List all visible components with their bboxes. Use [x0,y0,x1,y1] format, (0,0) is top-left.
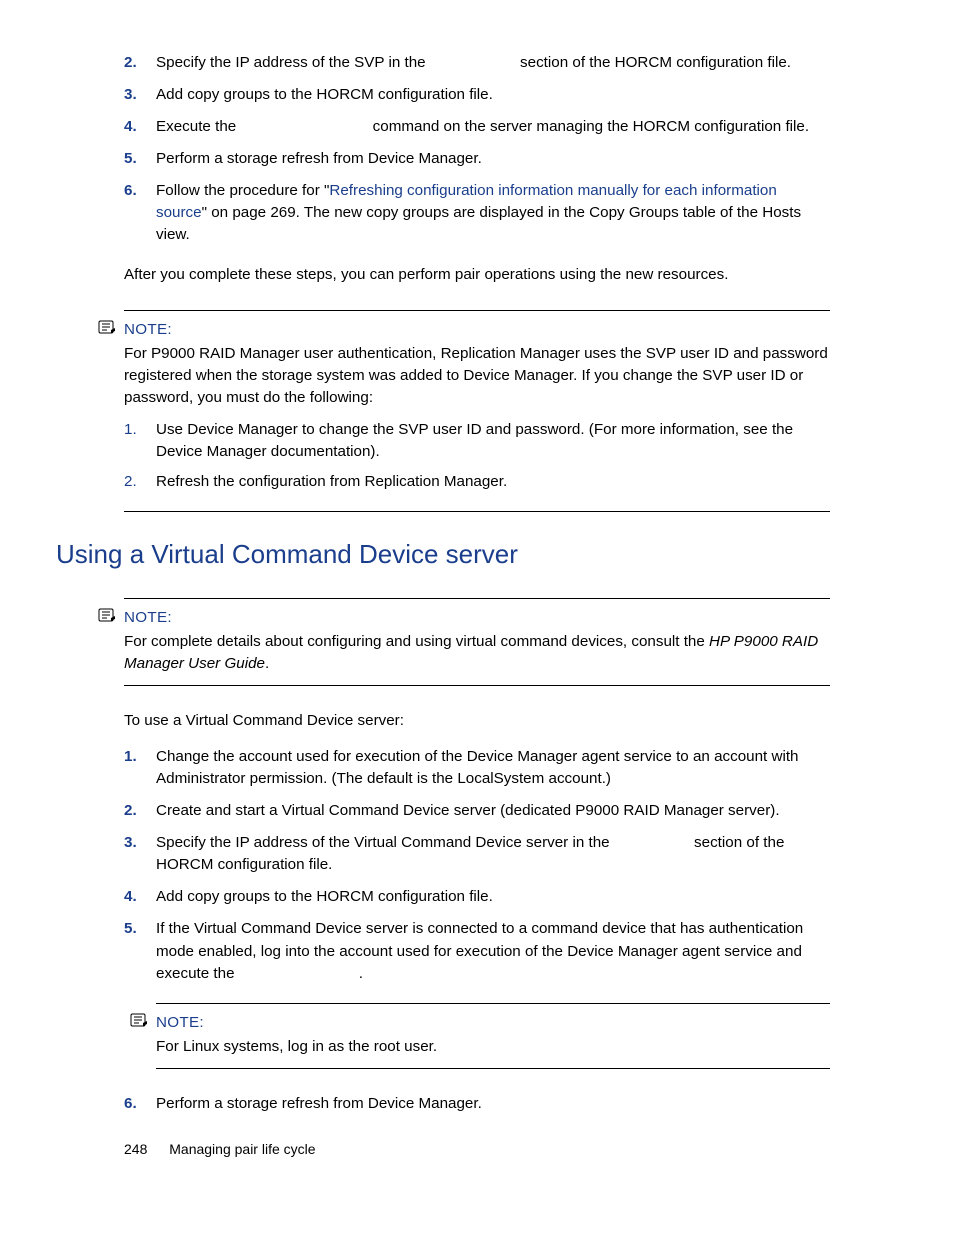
note-text: For Linux systems, log in as the root us… [156,1036,830,1058]
note-sublist: 1. Use Device Manager to change the SVP … [124,419,830,493]
page-footer: 248 Managing pair life cycle [124,1139,316,1159]
note-label: NOTE: [156,1014,204,1031]
text: command on the server managing the HORCM… [368,118,809,135]
step-number: 4. [124,116,156,138]
note-label: NOTE: [124,321,172,338]
step-body: Add copy groups to the HORCM configurati… [156,886,830,908]
list-item: 2. Refresh the configuration from Replic… [124,471,830,493]
note-text: For P9000 RAID Manager user authenticati… [124,343,830,409]
note-block: NOTE: For P9000 RAID Manager user authen… [124,310,830,512]
step-number: 5. [124,918,156,984]
top-steps-list: 2. Specify the IP address of the SVP in … [124,52,830,246]
list-item: 1. Change the account used for execution… [124,746,830,790]
step-number: 1. [124,419,156,463]
step-body: Add copy groups to the HORCM configurati… [156,84,830,106]
note-icon [98,320,116,336]
note-text: For complete details about configuring a… [124,631,830,675]
list-item: 4. Execute the command on the server man… [124,116,830,138]
list-item: 3. Add copy groups to the HORCM configur… [124,84,830,106]
list-item: 4. Add copy groups to the HORCM configur… [124,886,830,908]
step-body: Use Device Manager to change the SVP use… [156,419,830,463]
text: " on page 269. The new copy groups are d… [156,204,801,243]
text: If the Virtual Command Device server is … [156,920,803,981]
step-body: Refresh the configuration from Replicati… [156,471,830,493]
footer-title: Managing pair life cycle [169,1141,315,1157]
step-body: Follow the procedure for "Refreshing con… [156,180,830,246]
note-icon [130,1013,148,1029]
bottom-steps-list: 1. Change the account used for execution… [124,746,830,984]
step-number: 3. [124,832,156,876]
section-heading: Using a Virtual Command Device server [56,536,830,574]
step-body: Execute the command on the server managi… [156,116,830,138]
list-item: 6. Perform a storage refresh from Device… [124,1093,830,1115]
step-body: Specify the IP address of the Virtual Co… [156,832,830,876]
document-page: 2. Specify the IP address of the SVP in … [0,0,954,1235]
list-item: 3. Specify the IP address of the Virtual… [124,832,830,876]
paragraph: After you complete these steps, you can … [124,264,830,286]
step-number: 6. [124,1093,156,1115]
step-body: Change the account used for execution of… [156,746,830,790]
step-number: 2. [124,471,156,493]
list-item: 5. Perform a storage refresh from Device… [124,148,830,170]
step-body: Create and start a Virtual Command Devic… [156,800,830,822]
step-body: Perform a storage refresh from Device Ma… [156,1093,830,1115]
step-body: Specify the IP address of the SVP in the… [156,52,830,74]
text: section of the HORCM configuration file. [516,54,791,71]
step-body: If the Virtual Command Device server is … [156,918,830,984]
note-label: NOTE: [124,609,172,626]
note-block: NOTE: For Linux systems, log in as the r… [156,1003,830,1069]
lead-paragraph: To use a Virtual Command Device server: [124,710,830,732]
step-number: 5. [124,148,156,170]
list-item: 6. Follow the procedure for "Refreshing … [124,180,830,246]
step-body: Perform a storage refresh from Device Ma… [156,148,830,170]
step-number: 1. [124,746,156,790]
page-number: 248 [124,1141,147,1157]
step-number: 2. [124,52,156,74]
text: Execute the [156,118,240,135]
text: . [265,655,269,672]
text: Specify the IP address of the Virtual Co… [156,834,614,851]
list-item: 2. Specify the IP address of the SVP in … [124,52,830,74]
step-number: 4. [124,886,156,908]
note-icon [98,608,116,624]
text: For complete details about configuring a… [124,633,709,650]
text: Specify the IP address of the SVP in the [156,54,430,71]
list-item: 5. If the Virtual Command Device server … [124,918,830,984]
step-number: 3. [124,84,156,106]
text: . [359,965,363,982]
step-number: 6. [124,180,156,246]
list-item: 2. Create and start a Virtual Command De… [124,800,830,822]
note-block: NOTE: For complete details about configu… [124,598,830,686]
step-number: 2. [124,800,156,822]
text: Follow the procedure for " [156,182,329,199]
list-item: 1. Use Device Manager to change the SVP … [124,419,830,463]
bottom-steps-list-cont: 6. Perform a storage refresh from Device… [124,1093,830,1115]
